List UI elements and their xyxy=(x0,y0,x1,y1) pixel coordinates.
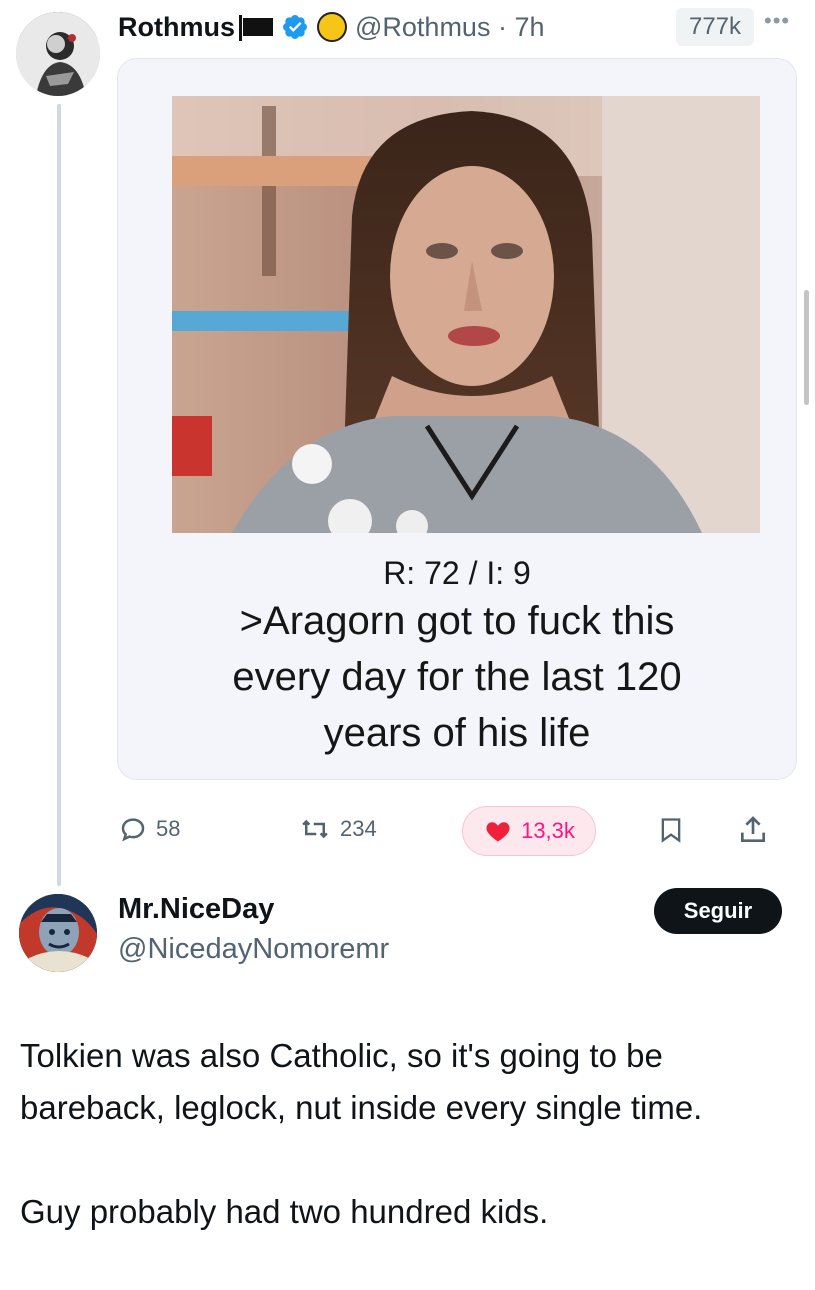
author-handle[interactable]: @Rothmus · 7h xyxy=(355,12,545,43)
reply-author-handle[interactable]: @NicedayNomoremr xyxy=(118,933,389,966)
retweet-icon xyxy=(302,819,328,839)
bookmark-button[interactable] xyxy=(657,814,685,846)
author-avatar[interactable] xyxy=(16,12,100,96)
reply-paragraph: Guy probably had two hundred kids. xyxy=(20,1193,549,1230)
like-count: 13,3k xyxy=(521,818,575,843)
reply-button[interactable]: 58 xyxy=(118,814,180,844)
heart-icon xyxy=(486,822,510,842)
tweet-header: Rothmus @Rothmus · 7h xyxy=(118,6,545,48)
share-icon xyxy=(741,816,765,842)
reply-count: 58 xyxy=(156,816,181,841)
media-photo[interactable] xyxy=(172,96,760,533)
retweet-count: 234 xyxy=(340,816,377,841)
more-options-icon[interactable]: ••• xyxy=(764,8,790,34)
reply-author-name[interactable]: Mr.NiceDay xyxy=(118,893,274,926)
avatar-artwork xyxy=(16,12,100,96)
flag-icon xyxy=(239,15,273,41)
scrollbar-thumb[interactable] xyxy=(804,290,809,405)
thread-connector-line xyxy=(57,104,61,886)
avatar-artwork xyxy=(19,894,97,972)
tweet-time: 7h xyxy=(514,11,545,42)
reply-paragraph: Tolkien was also Catholic, so it's going… xyxy=(20,1037,703,1126)
caption-meta: R: 72 / I: 9 xyxy=(383,555,531,591)
follow-button[interactable]: Seguir xyxy=(654,888,782,934)
reply-author-avatar[interactable] xyxy=(19,894,97,972)
caption-line: every day for the last 120 xyxy=(232,655,682,699)
caption-line: years of his life xyxy=(323,711,591,755)
retweet-button[interactable]: 234 xyxy=(298,814,377,844)
caption-line: >Aragorn got to fuck this xyxy=(239,599,675,643)
view-count[interactable]: 777k xyxy=(676,8,754,46)
verified-badge-icon[interactable] xyxy=(281,13,309,41)
bookmark-icon xyxy=(661,818,681,843)
like-button[interactable]: 13,3k xyxy=(462,806,596,856)
share-button[interactable] xyxy=(737,814,769,846)
reply-body: Tolkien was also Catholic, so it's going… xyxy=(20,1030,800,1290)
reply-icon xyxy=(121,818,145,842)
author-name[interactable]: Rothmus xyxy=(118,12,235,43)
tweet-action-bar: 58 234 13,3k xyxy=(0,800,815,860)
media-caption: R: 72 / I: 9 >Aragorn got to fuck this e… xyxy=(117,553,797,761)
affiliate-badge-icon[interactable] xyxy=(317,12,347,42)
photo-illustration xyxy=(172,96,760,533)
